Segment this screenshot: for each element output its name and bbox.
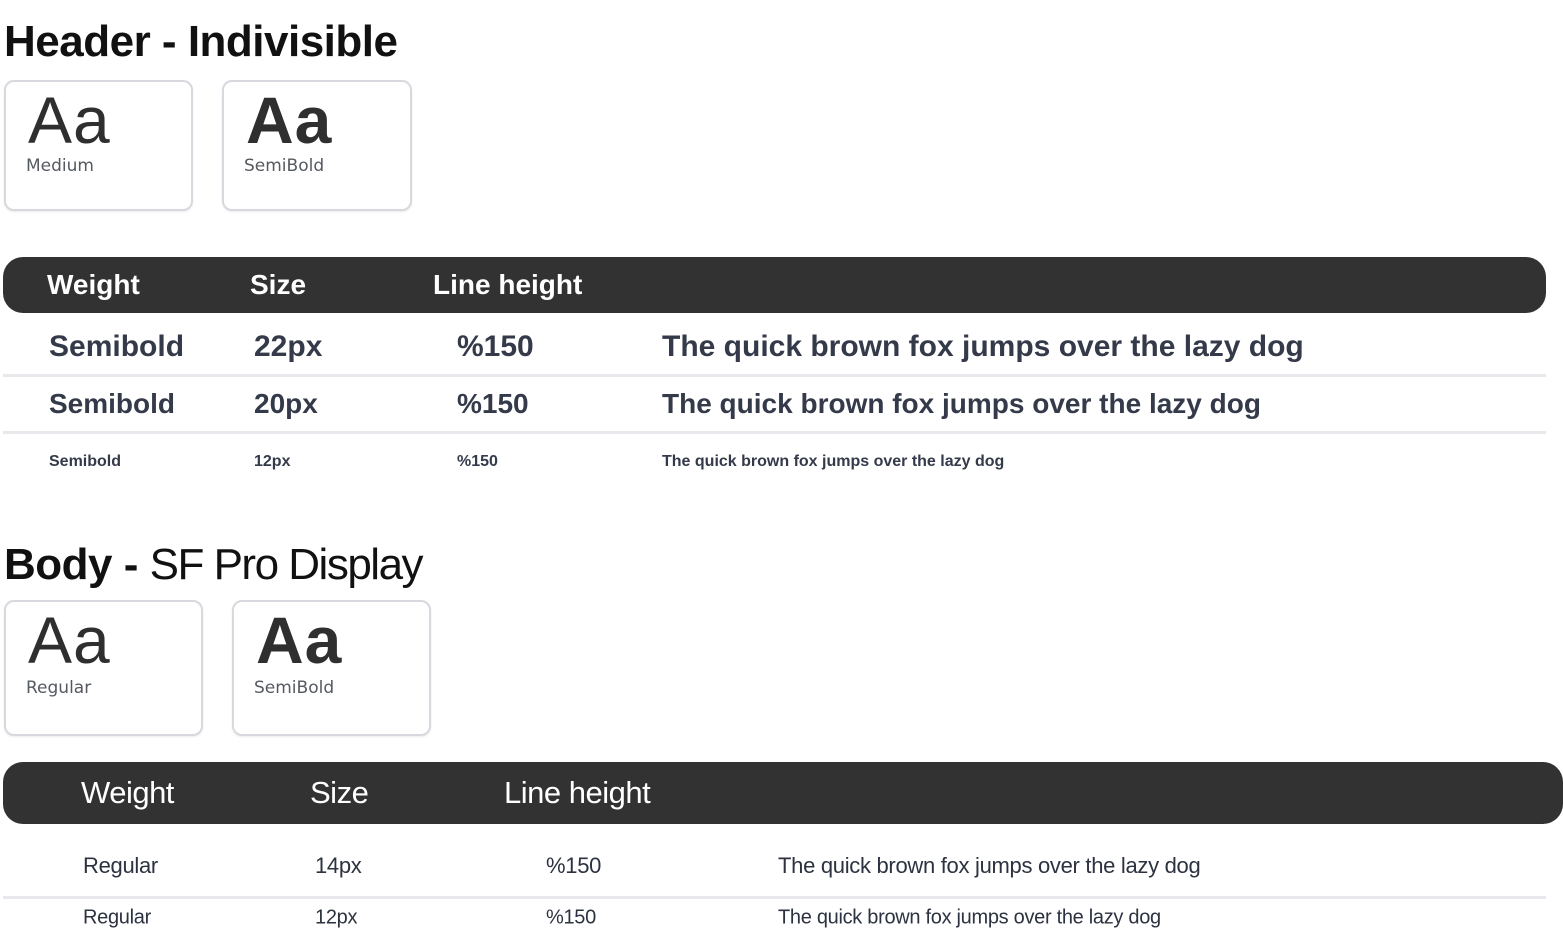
table-row: Regular 12px %150 The quick brown fox ju… — [3, 902, 1546, 934]
font-card-label: Regular — [26, 678, 92, 698]
font-card-semibold: Aa SemiBold — [232, 600, 431, 736]
row-sample-text: The quick brown fox jumps over the lazy … — [778, 853, 1201, 878]
font-card-sample: Aa — [28, 603, 111, 677]
column-header-size: Size — [310, 775, 369, 810]
row-size: 22px — [254, 330, 323, 363]
row-size: 20px — [254, 388, 318, 419]
font-card-label: SemiBold — [244, 156, 325, 176]
table-row: Semibold 22px %150 The quick brown fox j… — [3, 320, 1546, 374]
body-table-head: Weight Size Line height — [3, 762, 1563, 824]
row-weight: Semibold — [49, 453, 122, 470]
table-row: Regular 14px %150 The quick brown fox ju… — [3, 840, 1546, 892]
font-card-semibold: Aa SemiBold — [222, 80, 412, 211]
row-weight: Regular — [83, 853, 158, 878]
body-section-title: Body - SF Pro Display — [4, 540, 424, 589]
header-title-label: Header - — [4, 17, 177, 66]
header-table-head: Weight Size Line height — [3, 257, 1546, 313]
font-card-sample: Aa — [256, 603, 343, 677]
column-header-line-height: Line height — [504, 775, 651, 810]
row-line-height: %150 — [546, 906, 596, 929]
header-title-font: Indivisible — [187, 17, 398, 66]
font-card-label: Medium — [26, 156, 94, 176]
table-row: Semibold 20px %150 The quick brown fox j… — [3, 377, 1546, 431]
font-card-sample: Aa — [246, 83, 333, 157]
header-section-title: Header - Indivisible — [4, 17, 398, 66]
row-line-height: %150 — [457, 388, 529, 419]
row-sample-text: The quick brown fox jumps over the lazy … — [662, 388, 1261, 419]
row-weight: Regular — [83, 906, 151, 929]
font-card-medium: Aa Medium — [4, 80, 193, 211]
row-size: 12px — [315, 906, 358, 929]
body-title-label: Body - — [4, 540, 138, 589]
column-header-line-height: Line height — [433, 269, 583, 300]
row-size: 12px — [254, 453, 291, 470]
body-title-font: SF Pro Display — [149, 540, 424, 589]
row-line-height: %150 — [457, 330, 534, 363]
font-card-label: SemiBold — [254, 678, 335, 698]
row-sample-text: The quick brown fox jumps over the lazy … — [662, 330, 1304, 363]
font-card-regular: Aa Regular — [4, 600, 203, 736]
row-line-height: %150 — [457, 453, 498, 470]
row-weight: Semibold — [49, 330, 185, 363]
column-header-size: Size — [250, 269, 307, 300]
row-divider — [3, 431, 1546, 434]
column-header-weight: Weight — [81, 775, 174, 810]
font-card-sample: Aa — [28, 83, 111, 157]
row-size: 14px — [315, 853, 362, 878]
row-sample-text: The quick brown fox jumps over the lazy … — [778, 906, 1161, 929]
table-row: Semibold 12px %150 The quick brown fox j… — [3, 440, 1546, 484]
row-sample-text: The quick brown fox jumps over the lazy … — [662, 453, 1005, 470]
row-divider — [3, 896, 1546, 899]
row-weight: Semibold — [49, 388, 176, 419]
column-header-weight: Weight — [47, 269, 140, 300]
row-line-height: %150 — [546, 853, 602, 878]
